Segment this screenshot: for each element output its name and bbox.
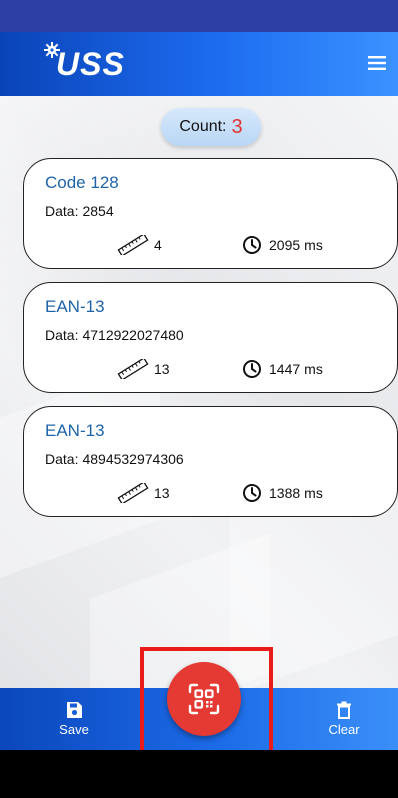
time-unit: ms (304, 485, 323, 501)
scan-result-card[interactable]: EAN-13 Data: 4712922027480 13 1447 ms (23, 282, 398, 393)
count-badge: Count: 3 (161, 108, 261, 146)
clock-icon (243, 360, 261, 378)
clock-icon (243, 484, 261, 502)
results-area: Count: 3 Code 128 Data: 2854 4 2095 ms E… (0, 96, 398, 688)
system-nav-area (0, 750, 398, 798)
barcode-type: Code 128 (45, 173, 119, 192)
scan-result-card[interactable]: Code 128 Data: 2854 4 2095 ms (23, 158, 398, 269)
app-bar: USS (0, 32, 398, 96)
decode-time: 2095 ms (242, 233, 323, 257)
uss-logo: USS (44, 42, 134, 82)
clear-label: Clear (328, 722, 360, 737)
status-bar (0, 0, 398, 32)
clear-button[interactable]: Clear (314, 696, 374, 744)
barcode-data: Data: 2854 (45, 203, 114, 219)
length-value: 13 (154, 361, 170, 377)
time-unit: ms (304, 237, 323, 253)
data-value: 2854 (82, 203, 114, 219)
time-value: 1447 (269, 361, 301, 377)
trash-icon (337, 701, 351, 719)
time-value: 1388 (269, 485, 301, 501)
length-value: 13 (154, 485, 170, 501)
data-value: 4894532974306 (82, 451, 184, 467)
menu-button[interactable] (366, 52, 388, 74)
logo-text: USS (56, 46, 125, 82)
ruler-icon (117, 235, 149, 255)
background-facet (90, 533, 270, 688)
ruler-icon (117, 359, 149, 379)
save-button[interactable]: Save (44, 696, 104, 744)
time-value: 2095 (269, 237, 301, 253)
length-value: 4 (154, 237, 162, 253)
data-label: Data: (45, 203, 79, 219)
hamburger-menu-icon (368, 56, 386, 70)
clock-icon (243, 236, 261, 254)
barcode-length: 4 (116, 233, 162, 257)
count-value: 3 (231, 115, 243, 138)
time-unit: ms (304, 361, 323, 377)
barcode-length: 13 (116, 481, 170, 505)
data-label: Data: (45, 451, 79, 467)
scan-result-card[interactable]: EAN-13 Data: 4894532974306 13 1388 ms (23, 406, 398, 517)
barcode-type: EAN-13 (45, 297, 105, 316)
qr-scan-icon (188, 683, 220, 715)
save-icon (67, 702, 82, 718)
ruler-icon (117, 483, 149, 503)
data-label: Data: (45, 327, 79, 343)
barcode-data: Data: 4712922027480 (45, 327, 184, 343)
barcode-length: 13 (116, 357, 170, 381)
decode-time: 1388 ms (242, 481, 323, 505)
app-screen: USS Count: 3 Code 128 Data: 2854 4 2095 … (0, 0, 398, 798)
scan-button[interactable] (167, 662, 241, 736)
save-label: Save (59, 722, 89, 737)
barcode-type: EAN-13 (45, 421, 105, 440)
barcode-data: Data: 4894532974306 (45, 451, 184, 467)
count-label: Count: (179, 118, 227, 135)
data-value: 4712922027480 (82, 327, 184, 343)
decode-time: 1447 ms (242, 357, 323, 381)
